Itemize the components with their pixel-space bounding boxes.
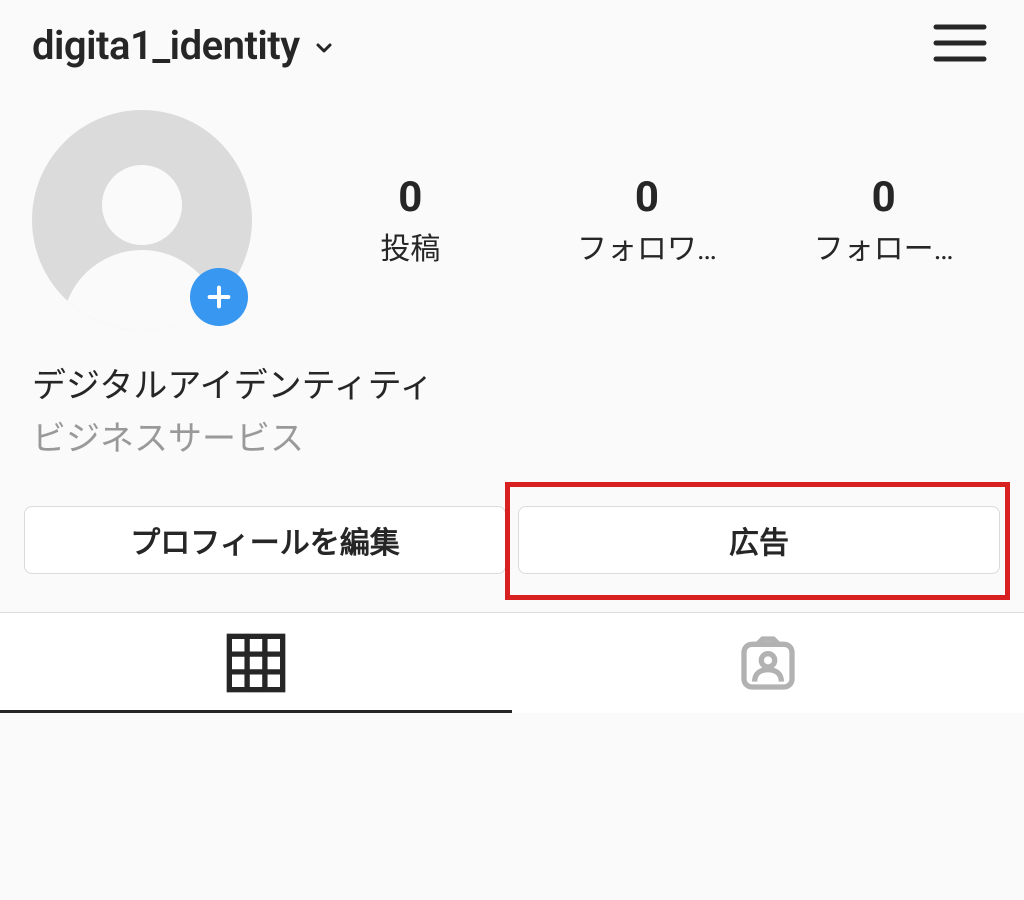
avatar-container[interactable] xyxy=(32,110,252,330)
stat-posts-count: 0 xyxy=(398,173,422,222)
menu-button[interactable] xyxy=(928,18,992,72)
category: ビジネスサービス xyxy=(32,411,992,460)
stat-posts[interactable]: 0 投稿 xyxy=(335,173,485,268)
stat-following-count: 0 xyxy=(872,173,896,222)
tab-grid[interactable] xyxy=(0,613,512,713)
stat-followers-count: 0 xyxy=(635,173,659,222)
buttons-row: プロフィールを編集 広告 xyxy=(0,460,1024,594)
edit-profile-button[interactable]: プロフィールを編集 xyxy=(24,506,506,574)
username: digita1_identity xyxy=(32,22,300,69)
chevron-down-icon xyxy=(312,36,336,60)
stat-following-label: フォロー… xyxy=(814,224,954,268)
stat-followers[interactable]: 0 フォロワ… xyxy=(572,173,722,268)
username-switcher[interactable]: digita1_identity xyxy=(32,22,336,69)
add-story-button[interactable] xyxy=(190,268,248,326)
hamburger-icon xyxy=(932,22,988,64)
profile-row: 0 投稿 0 フォロワ… 0 フォロー… xyxy=(32,110,992,330)
stat-posts-label: 投稿 xyxy=(380,224,440,268)
plus-icon xyxy=(203,281,235,313)
bio-section: デジタルアイデンティティ ビジネスサービス xyxy=(0,340,1024,460)
tab-tagged[interactable] xyxy=(512,613,1024,713)
stats-row: 0 投稿 0 フォロワ… 0 フォロー… xyxy=(302,173,992,268)
display-name: デジタルアイデンティティ xyxy=(32,358,992,407)
tabs-row xyxy=(0,612,1024,713)
tagged-icon xyxy=(736,631,800,695)
stat-followers-label: フォロワ… xyxy=(577,224,717,268)
profile-section: 0 投稿 0 フォロワ… 0 フォロー… xyxy=(0,90,1024,340)
stat-following[interactable]: 0 フォロー… xyxy=(809,173,959,268)
grid-icon xyxy=(224,631,288,695)
header: digita1_identity xyxy=(0,0,1024,90)
ads-button[interactable]: 広告 xyxy=(518,506,1000,574)
